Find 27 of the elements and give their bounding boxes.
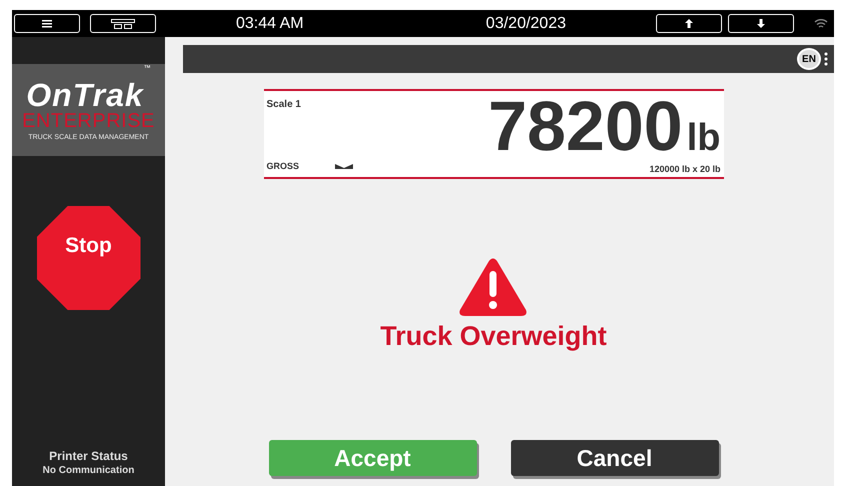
up-button[interactable] [656, 14, 722, 33]
center-zero-icon [335, 164, 354, 168]
wifi-icon [814, 18, 828, 29]
network-icon [111, 18, 135, 28]
scale-name: Scale 1 [266, 99, 302, 112]
stop-button[interactable]: Stop [36, 206, 140, 310]
arrow-up-icon [685, 19, 693, 28]
network-button[interactable] [90, 14, 156, 33]
mode-text: GROSS [266, 161, 300, 173]
arrow-down-icon [757, 19, 765, 28]
date-text: 03/20/2023 [486, 14, 566, 32]
warning-icon [459, 257, 528, 317]
logo-name: OnTrak [26, 79, 144, 111]
printer-status-value: No Communication [42, 465, 134, 476]
time-text: 03:44 AM [236, 14, 304, 32]
down-button[interactable] [728, 14, 794, 33]
more-icon[interactable] [824, 52, 828, 66]
menu-button[interactable] [14, 14, 80, 33]
capacity-text: 120000 lb x 20 lb [649, 164, 720, 176]
printer-status-label: Printer Status [49, 449, 128, 463]
language-button[interactable]: EN [797, 48, 821, 70]
cancel-button[interactable]: Cancel [510, 440, 718, 476]
menu-icon [42, 20, 52, 28]
alert-message: Truck Overweight [380, 321, 607, 352]
weight-unit: lb [686, 117, 720, 160]
logo-subtitle: ENTERPRISE [22, 111, 155, 131]
weight-reading: 78200 [488, 91, 683, 161]
